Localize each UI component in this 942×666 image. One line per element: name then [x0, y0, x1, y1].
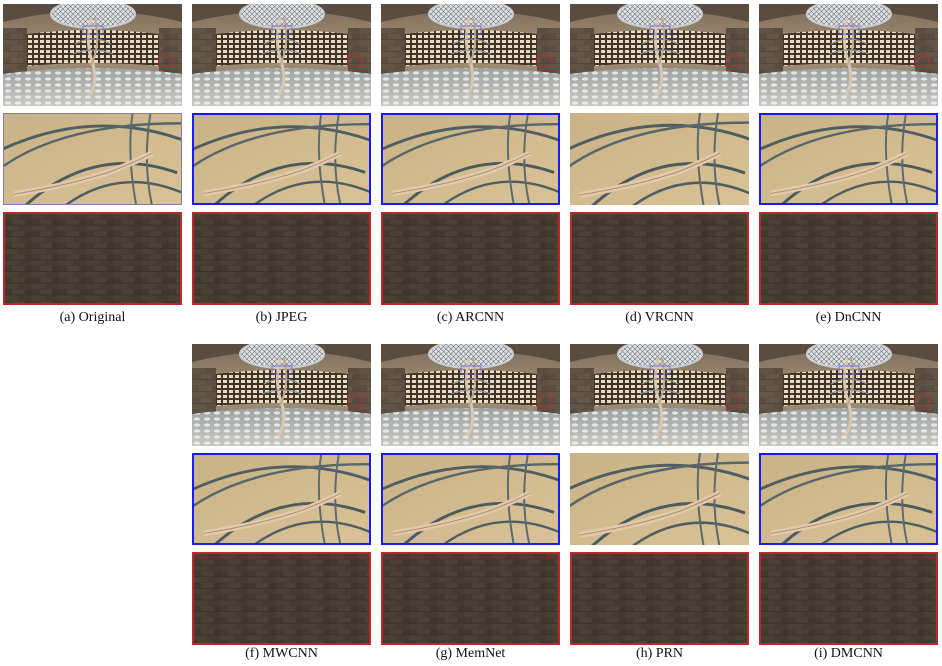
scene-image	[192, 344, 371, 446]
detail-crop-bottom	[570, 212, 749, 305]
caption-b: (b) JPEG	[255, 310, 308, 325]
caption-g: (g) MemNet	[435, 646, 506, 661]
caption-d: (d) VRCNN	[625, 310, 694, 325]
caption-e: (e) DnCNN	[815, 310, 882, 325]
detail-crop-top	[759, 453, 938, 545]
panel-g	[381, 344, 560, 645]
scene-image	[381, 4, 560, 106]
caption-f: (f) MWCNN	[245, 646, 318, 661]
caption-i: (i) DMCNN	[814, 646, 883, 661]
detail-crop-bottom	[381, 212, 560, 305]
detail-crop-top	[570, 113, 749, 205]
detail-crop-bottom	[759, 212, 938, 305]
caption-h: (h) PRN	[635, 646, 684, 661]
detail-crop-bottom	[759, 552, 938, 645]
panel-h	[570, 344, 749, 645]
scene-image	[570, 4, 749, 106]
detail-crop-top	[570, 453, 749, 545]
panel-d	[570, 4, 749, 305]
detail-crop-top	[3, 113, 182, 205]
panel-c	[381, 4, 560, 305]
detail-crop-top	[381, 113, 560, 205]
scene-image	[570, 344, 749, 446]
scene-image	[759, 4, 938, 106]
panel-a	[3, 4, 182, 305]
detail-crop-bottom	[192, 552, 371, 645]
detail-crop-bottom	[381, 552, 560, 645]
scene-image	[381, 344, 560, 446]
panel-f	[192, 344, 371, 645]
detail-crop-top	[192, 453, 371, 545]
detail-crop-top	[381, 453, 560, 545]
scene-image	[3, 4, 182, 106]
panel-i	[759, 344, 938, 645]
detail-crop-bottom	[3, 212, 182, 305]
panel-e	[759, 4, 938, 305]
scene-image	[192, 4, 371, 106]
detail-crop-bottom	[570, 552, 749, 645]
caption-c: (c) ARCNN	[436, 310, 505, 325]
caption-a: (a) Original	[59, 310, 126, 325]
detail-crop-top	[759, 113, 938, 205]
detail-crop-bottom	[192, 212, 371, 305]
panel-b	[192, 4, 371, 305]
detail-crop-top	[192, 113, 371, 205]
scene-image	[759, 344, 938, 446]
